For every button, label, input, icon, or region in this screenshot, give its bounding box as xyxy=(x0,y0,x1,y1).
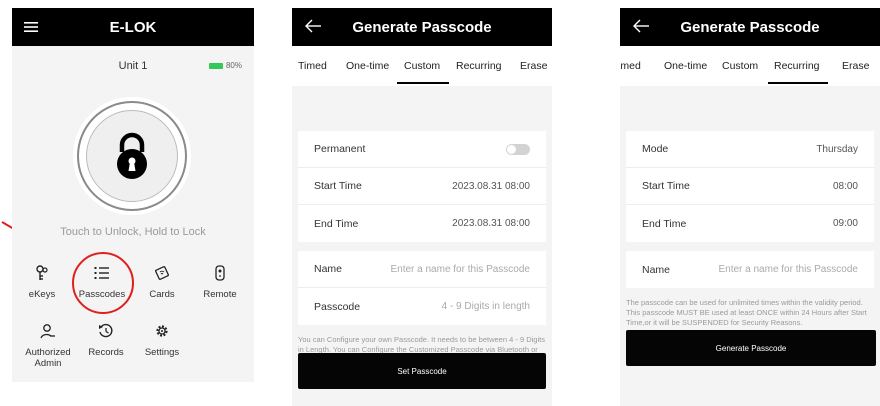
start-time-row[interactable]: Start Time 08:00 xyxy=(626,168,874,205)
card-icon xyxy=(155,266,169,280)
lock-button[interactable] xyxy=(77,101,187,211)
passcode-label: Passcode xyxy=(314,300,361,313)
gear-icon xyxy=(156,325,168,337)
recurring-note-validity: The passcode can be used for unlimited t… xyxy=(626,298,863,307)
set-passcode-button[interactable]: Set Passcode xyxy=(298,353,546,389)
active-tab-indicator xyxy=(397,82,449,84)
menu-remote-label: Remote xyxy=(203,289,237,300)
recurring-settings-card: Mode Thursday Start Time 08:00 End Time … xyxy=(626,131,874,242)
ekey-icon xyxy=(36,265,48,280)
menu-records[interactable]: Records xyxy=(76,321,136,358)
name-row: Name Enter a name for this Passcode xyxy=(298,251,546,288)
name-label: Name xyxy=(642,263,671,276)
menu-ekeys[interactable]: eKeys xyxy=(12,263,72,300)
start-time-value: 2023.08.31 08:00 xyxy=(452,180,530,192)
battery-indicator: 80% xyxy=(208,61,242,70)
battery-level: 80% xyxy=(225,61,242,70)
menu-cards[interactable]: Cards xyxy=(132,263,192,300)
permanent-label: Permanent xyxy=(314,143,366,155)
end-time-label: End Time xyxy=(642,217,687,230)
tab-one-time[interactable]: One-time xyxy=(664,60,707,72)
end-time-value: 09:00 xyxy=(832,218,858,229)
time-settings-card: Permanent Start Time 2023.08.31 08:00 En… xyxy=(298,131,546,242)
start-time-label: Start Time xyxy=(642,180,690,192)
app-title: E-LOK xyxy=(109,18,157,36)
back-arrow-icon[interactable] xyxy=(632,17,652,37)
history-icon xyxy=(99,323,113,338)
passcode-name-card: Name Enter a name for this Passcode xyxy=(626,251,874,288)
mode-value: Thursday xyxy=(816,143,858,155)
generate-passcode-appbar: Generate Passcode xyxy=(292,8,552,46)
start-time-label: Start Time xyxy=(314,180,362,192)
end-time-value: 2023.08.31 08:00 xyxy=(452,218,530,229)
menu-records-label: Records xyxy=(88,347,124,358)
passcode-input[interactable]: 4 - 9 Digits in length xyxy=(442,301,530,312)
tab-one-time[interactable]: One-time xyxy=(346,60,389,72)
battery-icon xyxy=(208,62,223,69)
passcode-details-card: Name Enter a name for this Passcode Pass… xyxy=(298,251,546,325)
mode-row[interactable]: Mode Thursday xyxy=(626,131,874,168)
end-time-label: End Time xyxy=(314,217,359,230)
end-time-row[interactable]: End Time 2023.08.31 08:00 xyxy=(298,205,546,242)
tab-custom[interactable]: Custom xyxy=(404,60,440,72)
menu-ekeys-label: eKeys xyxy=(28,289,56,300)
generate-passcode-appbar: Generate Passcode xyxy=(620,8,880,46)
name-row: Name Enter a name for this Passcode xyxy=(626,251,874,288)
menu-cards-label: Cards xyxy=(149,289,175,300)
tab-timed[interactable]: Timed xyxy=(298,60,327,72)
screen-title: Generate Passcode xyxy=(352,18,492,36)
annotation-circle xyxy=(72,252,134,314)
generate-passcode-button[interactable]: Generate Passcode xyxy=(626,330,876,366)
recurring-note-suspend: This passcode MUST BE used at least ONCE… xyxy=(626,307,867,327)
hamburger-menu-icon[interactable] xyxy=(24,17,44,37)
menu-authorized-admin[interactable]: Authorized Admin xyxy=(18,321,78,369)
passcode-row: Passcode 4 - 9 Digits in length xyxy=(298,288,546,325)
menu-settings-label: Settings xyxy=(144,347,180,358)
tab-custom[interactable]: Custom xyxy=(722,60,758,72)
permanent-toggle[interactable] xyxy=(506,143,530,155)
passcode-tabs: Timed One-time Custom Recurring Erase xyxy=(292,46,552,86)
tab-recurring[interactable]: Recurring xyxy=(456,60,502,72)
tab-recurring[interactable]: Recurring xyxy=(774,60,820,72)
remote-icon xyxy=(215,265,225,281)
active-tab-indicator xyxy=(768,82,828,84)
admin-icon xyxy=(40,324,55,339)
lock-button-inner xyxy=(86,110,178,202)
recurring-passcode-screen: Generate Passcode Timed One-time Custom … xyxy=(620,8,880,406)
start-time-value: 08:00 xyxy=(832,180,858,192)
start-time-row[interactable]: Start Time 2023.08.31 08:00 xyxy=(298,168,546,205)
tab-erase[interactable]: Erase xyxy=(520,60,547,72)
padlock-icon xyxy=(117,132,147,179)
tab-timed[interactable]: Timed xyxy=(620,60,641,72)
mode-label: Mode xyxy=(642,143,669,155)
screen-title: Generate Passcode xyxy=(680,18,820,36)
unit-row: Unit 1 80% xyxy=(12,46,254,86)
menu-settings[interactable]: Settings xyxy=(132,321,192,358)
menu-authorized-admin-label: Authorized Admin xyxy=(25,347,71,369)
name-label: Name xyxy=(314,263,343,275)
lock-hint: Touch to Unlock, Hold to Lock xyxy=(60,226,206,238)
name-input[interactable]: Enter a name for this Passcode xyxy=(390,264,530,275)
home-appbar: E-LOK xyxy=(12,8,254,46)
tab-erase[interactable]: Erase xyxy=(842,60,869,72)
unit-name: Unit 1 xyxy=(118,60,148,72)
name-input[interactable]: Enter a name for this Passcode xyxy=(718,264,858,275)
end-time-row[interactable]: End Time 09:00 xyxy=(626,205,874,242)
permanent-row: Permanent xyxy=(298,131,546,168)
menu-remote[interactable]: Remote xyxy=(190,263,250,300)
passcode-tabs: Timed One-time Custom Recurring Erase xyxy=(620,46,880,86)
home-screen: E-LOK Unit 1 80% Touch to Unlock, Hold t… xyxy=(12,8,254,382)
custom-passcode-screen: Generate Passcode Timed One-time Custom … xyxy=(292,8,552,406)
back-arrow-icon[interactable] xyxy=(304,17,324,37)
